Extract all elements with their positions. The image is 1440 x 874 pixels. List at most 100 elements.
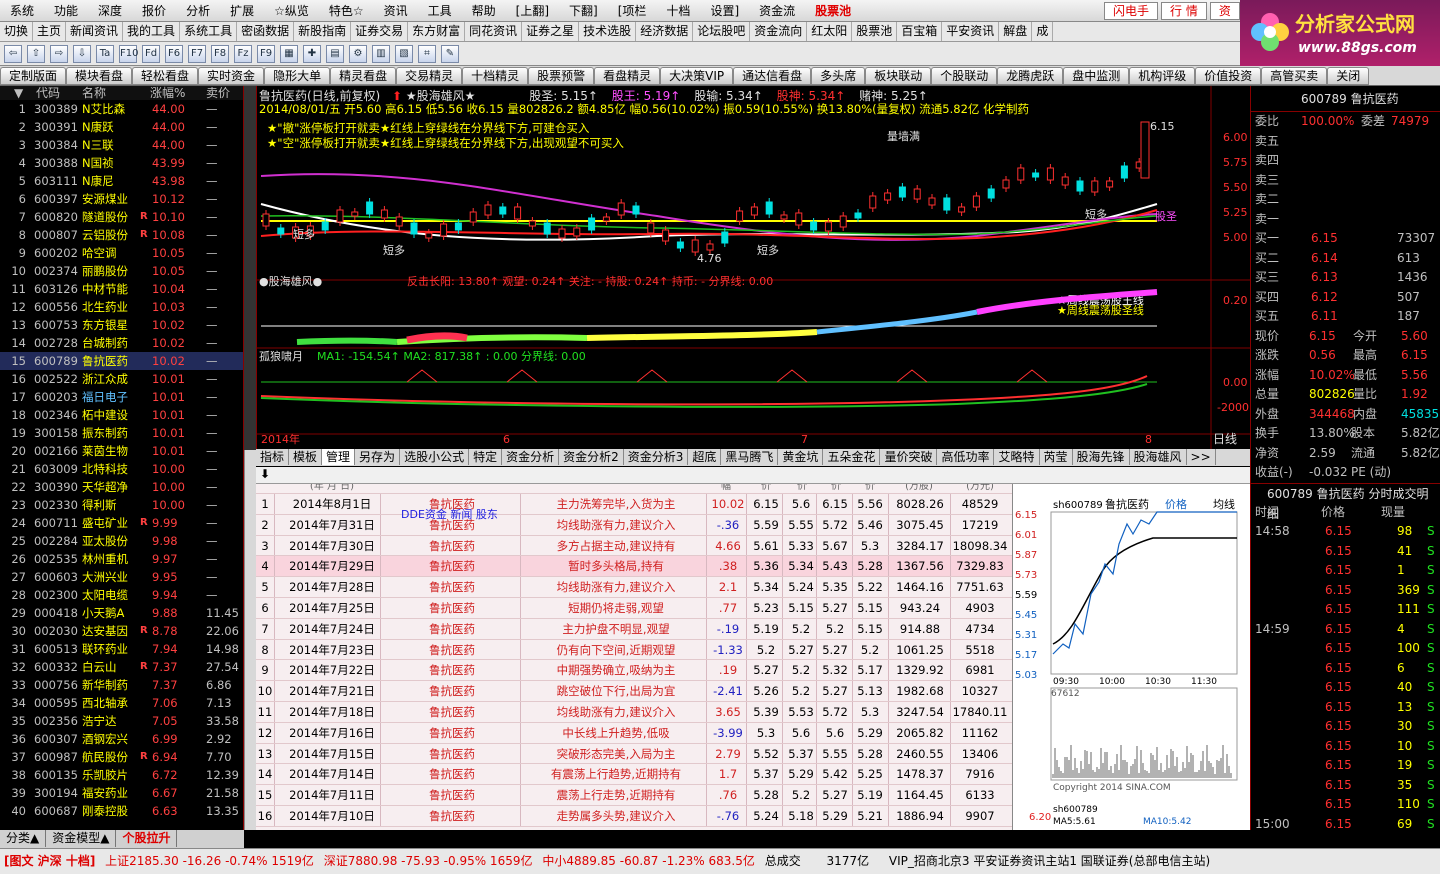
indicator-tab-17[interactable]: 股海先锋 <box>1073 449 1130 465</box>
nav-item-5[interactable]: 密函数据 <box>237 22 295 41</box>
sub-links[interactable]: DDE资金 新闻 股东 <box>401 506 498 522</box>
list-item[interactable]: 2 300391 N康跃 44.00 — <box>0 118 243 136</box>
nav-item-0[interactable]: 切换 <box>0 22 34 41</box>
indicator-tab-14[interactable]: 高低功率 <box>937 449 995 465</box>
indicator-tab-8[interactable]: 资金分析3 <box>624 449 689 465</box>
collapse-icon[interactable]: ⬇ <box>260 467 270 481</box>
tab-19[interactable]: 高管买卖 <box>1261 67 1328 85</box>
list-item[interactable]: 34 000595 西北轴承 7.06 7.13 <box>0 694 243 712</box>
list-item[interactable]: 18 002346 柘中建设 10.01 — <box>0 406 243 424</box>
period-label[interactable]: 日线 <box>1213 432 1237 446</box>
tab-8[interactable]: 股票预警 <box>528 67 595 85</box>
list-item[interactable]: 15 600789 鲁抗医药 10.02 — <box>0 352 243 370</box>
tab-9[interactable]: 看盘精灵 <box>594 67 661 85</box>
table-row[interactable]: 8 2014年7月23日 鲁抗医药 仍有向下空间,近期观望 -1.33 5.2 5.27 5.… <box>256 639 1012 661</box>
indicator-tab-18[interactable]: 股海雄风 <box>1130 449 1187 465</box>
status-left[interactable]: [图文 沪深 十档] <box>4 849 95 873</box>
col-change[interactable]: 涨幅% <box>150 86 185 100</box>
nav-item-6[interactable]: 新股指南 <box>294 22 352 41</box>
toolbar-icon-14[interactable]: ▤ <box>326 45 344 63</box>
indicator-tab-2[interactable]: 管理 <box>322 449 356 465</box>
tab-2[interactable]: 轻松看盘 <box>132 67 199 85</box>
indicator-tab-10[interactable]: 黑马腾飞 <box>721 449 779 465</box>
tab-17[interactable]: 机构评级 <box>1129 67 1196 85</box>
nav-item-1[interactable]: 主页 <box>33 22 67 41</box>
table-row[interactable]: 7 2014年7月24日 鲁抗医药 主力护盘不明显,观望 -.19 5.19 5.2 5.2 5… <box>256 618 1012 640</box>
table-row[interactable]: 1 2014年8月1日 鲁抗医药 主力洗筹完毕,入货为主 10.02 6.15 5.6 6.1… <box>256 494 1012 515</box>
indicator-tab-12[interactable]: 五朵金花 <box>823 449 881 465</box>
nav-item-12[interactable]: 经济数据 <box>636 22 694 41</box>
list-item[interactable]: 10 002374 丽鹏股份 10.05 — <box>0 262 243 280</box>
table-row[interactable]: 15 2014年7月11日 鲁抗医药 震荡上行走势,近期持有 .76 5.28 5.2 5.2… <box>256 785 1012 806</box>
kline-chart[interactable]: 鲁抗医药(日线,前复权) ⬆ ★股海雄风★ 股圣: 5.15↑ 股王: 5.19… <box>256 86 1251 450</box>
tab-15[interactable]: 龙腾虎跃 <box>997 67 1064 85</box>
menu-item-9[interactable]: 工具 <box>418 0 462 22</box>
list-item[interactable]: 27 600603 大洲兴业 9.95 — <box>0 568 243 586</box>
list-item[interactable]: 6 600397 安源煤业 10.12 — <box>0 190 243 208</box>
nav-item-17[interactable]: 百宝箱 <box>897 22 943 41</box>
top-right-btn-2[interactable]: 资 <box>1209 2 1240 20</box>
list-item[interactable]: 5 603111 N康尼 43.98 — <box>0 172 243 190</box>
nav-item-14[interactable]: 资金流向 <box>750 22 808 41</box>
tab-3[interactable]: 实时资金 <box>198 67 265 85</box>
list-item[interactable]: 24 600711 盛屯矿业 R 9.99 — <box>0 514 243 532</box>
tab-7[interactable]: 十档精灵 <box>462 67 529 85</box>
list-item[interactable]: 38 600135 乐凯胶片 6.72 12.39 <box>0 766 243 784</box>
toolbar-icon-9[interactable]: F8 <box>211 45 229 63</box>
list-item[interactable]: 8 000807 云铝股份 R 10.08 — <box>0 226 243 244</box>
list-item[interactable]: 37 600987 航民股份 R 6.94 7.70 <box>0 748 243 766</box>
tab-10[interactable]: 大决策VIP <box>660 67 734 85</box>
tab-stock-surge[interactable]: 个股拉升 <box>116 830 178 847</box>
menu-item-1[interactable]: 功能 <box>44 0 88 22</box>
toolbar-icon-12[interactable]: ▦ <box>280 45 298 63</box>
tab-20[interactable]: 关闭 <box>1327 67 1370 85</box>
nav-item-7[interactable]: 证券交易 <box>351 22 409 41</box>
table-row[interactable]: 10 2014年7月21日 鲁抗医药 跳空破位下行,出局为宜 -2.41 5.26 5.2 5… <box>256 681 1012 702</box>
toolbar-icon-17[interactable]: ▧ <box>395 45 413 63</box>
toolbar-icon-7[interactable]: F6 <box>165 45 183 63</box>
nav-item-19[interactable]: 解盘 <box>999 22 1033 41</box>
menu-item-10[interactable]: 帮助 <box>462 0 506 22</box>
indicator-tab-3[interactable]: 另存为 <box>355 449 401 465</box>
menu-item-5[interactable]: 扩展 <box>220 0 264 22</box>
toolbar-icon-5[interactable]: F10 <box>119 45 138 63</box>
menu-item-16[interactable]: 资金流 <box>749 0 805 22</box>
menu-item-7[interactable]: 特色☆ <box>319 0 374 22</box>
toolbar-icon-2[interactable]: ⇨ <box>50 45 68 63</box>
list-item[interactable]: 33 000756 新华制药 7.37 6.86 <box>0 676 243 694</box>
list-item[interactable]: 28 002300 太阳电缆 9.94 — <box>0 586 243 604</box>
table-row[interactable]: 5 2014年7月28日 鲁抗医药 均线助涨有力,建议介入 2.1 5.34 5.24 5.3… <box>256 577 1012 598</box>
indicator-tab-6[interactable]: 资金分析 <box>502 449 560 465</box>
table-row[interactable]: 2 2014年7月31日 鲁抗医药 均线助涨有力,建议介入 -.36 5.59 5.55 5.… <box>256 514 1012 536</box>
indicator-tab-5[interactable]: 特定 <box>469 449 503 465</box>
list-item[interactable]: 13 600753 东方银星 10.02 — <box>0 316 243 334</box>
indicator-tab-9[interactable]: 超底 <box>688 449 722 465</box>
list-item[interactable]: 29 000418 小天鹅A 9.88 11.45 <box>0 604 243 622</box>
table-row[interactable]: 3 2014年7月30日 鲁抗医药 多方占据主动,建议持有 4.66 5.61 5.33 5.… <box>256 535 1012 557</box>
toolbar-icon-15[interactable]: ⚙ <box>349 45 367 63</box>
nav-item-3[interactable]: 我的工具 <box>123 22 181 41</box>
list-item[interactable]: 23 002330 得利斯 10.00 — <box>0 496 243 514</box>
tab-0[interactable]: 定制版面 <box>0 67 67 85</box>
nav-item-16[interactable]: 股票池 <box>852 22 898 41</box>
menu-item-11[interactable]: [上翻] <box>506 0 559 22</box>
list-item[interactable]: 32 600332 白云山 R 7.37 27.54 <box>0 658 243 676</box>
nav-item-8[interactable]: 东方财富 <box>408 22 466 41</box>
list-item[interactable]: 1 300389 N艾比森 44.00 — <box>0 100 243 118</box>
list-item[interactable]: 17 600203 福日电子 10.01 — <box>0 388 243 406</box>
toolbar-icon-19[interactable]: ✎ <box>441 45 459 63</box>
list-item[interactable]: 7 600820 隧道股份 R 10.10 — <box>0 208 243 226</box>
list-item[interactable]: 16 002522 浙江众成 10.01 — <box>0 370 243 388</box>
tab-18[interactable]: 价值投资 <box>1195 67 1262 85</box>
indicator-tab-11[interactable]: 黄金坑 <box>778 449 824 465</box>
chart-scrollbar[interactable] <box>244 86 256 450</box>
indicator-tab-13[interactable]: 量价突破 <box>880 449 938 465</box>
menu-item-17[interactable]: 股票池 <box>805 0 861 22</box>
list-item[interactable]: 25 002284 亚太股份 9.98 — <box>0 532 243 550</box>
table-row[interactable]: 4 2014年7月29日 鲁抗医药 暂时多头格局,持有 .38 5.36 5.34 5.43 5… <box>256 556 1012 578</box>
toolbar-icon-18[interactable]: ⌗ <box>418 45 436 63</box>
list-item[interactable]: 3 300384 N三联 44.00 — <box>0 136 243 154</box>
nav-item-9[interactable]: 同花资讯 <box>465 22 523 41</box>
nav-item-13[interactable]: 论坛股吧 <box>693 22 751 41</box>
tab-1[interactable]: 模块看盘 <box>66 67 133 85</box>
